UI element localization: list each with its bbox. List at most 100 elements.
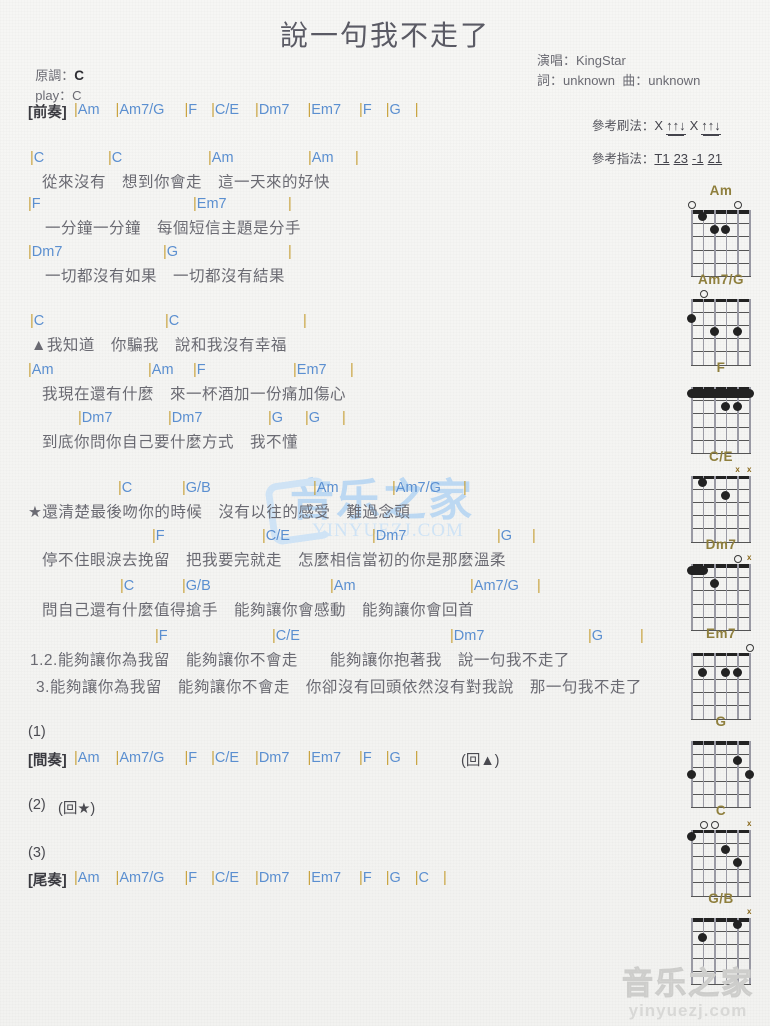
muted-string-icon: x bbox=[747, 553, 752, 562]
chord-diagram-name: G bbox=[715, 714, 727, 729]
finger-dot bbox=[721, 402, 731, 412]
string-line bbox=[749, 475, 751, 542]
fret-line bbox=[691, 793, 751, 795]
open-string-row bbox=[691, 288, 751, 299]
open-string-icon bbox=[688, 201, 696, 209]
finger-dot bbox=[732, 667, 742, 677]
string-line bbox=[691, 210, 693, 276]
finger-dot bbox=[698, 212, 708, 222]
string-line bbox=[702, 298, 705, 365]
fret-line bbox=[691, 413, 751, 415]
fret-line bbox=[691, 957, 751, 959]
finger-dot bbox=[732, 402, 742, 412]
string-line bbox=[702, 741, 705, 807]
string-line bbox=[725, 829, 728, 896]
fret-line bbox=[691, 842, 751, 844]
string-line bbox=[737, 210, 739, 276]
chord-diagram-name: C/E bbox=[708, 448, 733, 464]
fret-line bbox=[691, 577, 751, 579]
string-line bbox=[725, 298, 728, 365]
chord-diagram-name: Am bbox=[709, 183, 733, 198]
finger-dot bbox=[721, 225, 731, 235]
fret-line bbox=[691, 311, 751, 313]
fret-line bbox=[691, 590, 751, 592]
finger-dot bbox=[698, 477, 708, 487]
open-string-row: xx bbox=[691, 465, 751, 476]
string-line bbox=[691, 918, 693, 984]
string-line bbox=[737, 741, 739, 807]
fret-line bbox=[691, 882, 751, 884]
fret-line bbox=[691, 426, 751, 428]
nut bbox=[691, 652, 751, 656]
chord-diagram: F bbox=[678, 359, 764, 454]
muted-string-icon: x bbox=[747, 464, 752, 474]
fret-line bbox=[691, 528, 751, 530]
string-line bbox=[725, 918, 728, 984]
fret-line bbox=[691, 439, 751, 441]
fretboard-grid bbox=[687, 387, 754, 454]
fret-line bbox=[691, 665, 751, 667]
string-line bbox=[714, 741, 716, 807]
string-line bbox=[714, 210, 716, 276]
open-string-row: x bbox=[691, 907, 751, 918]
nut bbox=[691, 918, 751, 922]
string-line bbox=[749, 564, 751, 630]
string-line bbox=[749, 210, 751, 276]
chord-diagram-column: Am Am7/G F C/E x x Dm7 x Em7 G Cx G/B x bbox=[0, 0, 770, 1026]
string-line bbox=[714, 918, 716, 984]
chord-diagram: Am bbox=[678, 182, 764, 277]
open-string-icon bbox=[699, 289, 708, 298]
open-string-row: x bbox=[691, 553, 751, 564]
chord-diagram-name: G/B bbox=[708, 891, 734, 906]
fretboard-grid bbox=[691, 475, 751, 543]
fret-line bbox=[691, 262, 751, 264]
fretboard-grid bbox=[687, 564, 751, 631]
fret-line bbox=[691, 855, 751, 857]
open-string-row bbox=[688, 199, 751, 210]
string-line bbox=[737, 564, 739, 630]
chord-diagram: Am7/G bbox=[678, 271, 764, 366]
fret-line bbox=[691, 869, 751, 871]
open-string-icon bbox=[746, 643, 754, 652]
chord-diagram: Em7 bbox=[678, 625, 764, 720]
fret-line bbox=[691, 515, 751, 517]
string-line bbox=[725, 652, 728, 719]
finger-dot bbox=[721, 667, 731, 677]
string-line bbox=[737, 475, 739, 542]
muted-string-icon: x bbox=[735, 464, 740, 474]
chord-diagram: G bbox=[678, 713, 764, 808]
finger-dot bbox=[709, 579, 719, 589]
muted-string-icon: x bbox=[747, 907, 752, 916]
finger-dot bbox=[686, 831, 696, 841]
string-line bbox=[702, 652, 705, 719]
muted-string-icon: x bbox=[747, 818, 752, 828]
chord-diagram: Dm7 x bbox=[678, 536, 764, 631]
fret-line bbox=[691, 488, 751, 490]
fret-line bbox=[691, 338, 751, 340]
open-string-icon bbox=[699, 820, 708, 829]
fret-line bbox=[691, 692, 751, 694]
string-line bbox=[725, 741, 728, 807]
fretboard-grid bbox=[691, 918, 751, 985]
finger-dot bbox=[744, 769, 754, 779]
finger-dot bbox=[721, 844, 731, 854]
fretboard-grid bbox=[686, 298, 751, 366]
chord-diagram-name: C bbox=[715, 802, 727, 818]
nut bbox=[691, 298, 751, 302]
fret-line bbox=[691, 944, 751, 946]
fret-line bbox=[691, 249, 751, 251]
finger-dot bbox=[732, 327, 742, 336]
chord-diagram: C/E x x bbox=[678, 448, 764, 543]
fret-line bbox=[691, 324, 751, 326]
string-line bbox=[702, 918, 705, 984]
barre-marker bbox=[687, 389, 754, 399]
open-string-icon bbox=[734, 201, 743, 209]
finger-dot bbox=[721, 490, 731, 500]
string-line bbox=[737, 652, 739, 719]
fret-line bbox=[691, 603, 751, 605]
chord-diagram: Cx bbox=[678, 802, 764, 897]
finger-dot bbox=[709, 327, 719, 336]
finger-dot bbox=[732, 920, 742, 930]
fretboard-grid bbox=[691, 210, 751, 277]
nut bbox=[691, 741, 751, 745]
